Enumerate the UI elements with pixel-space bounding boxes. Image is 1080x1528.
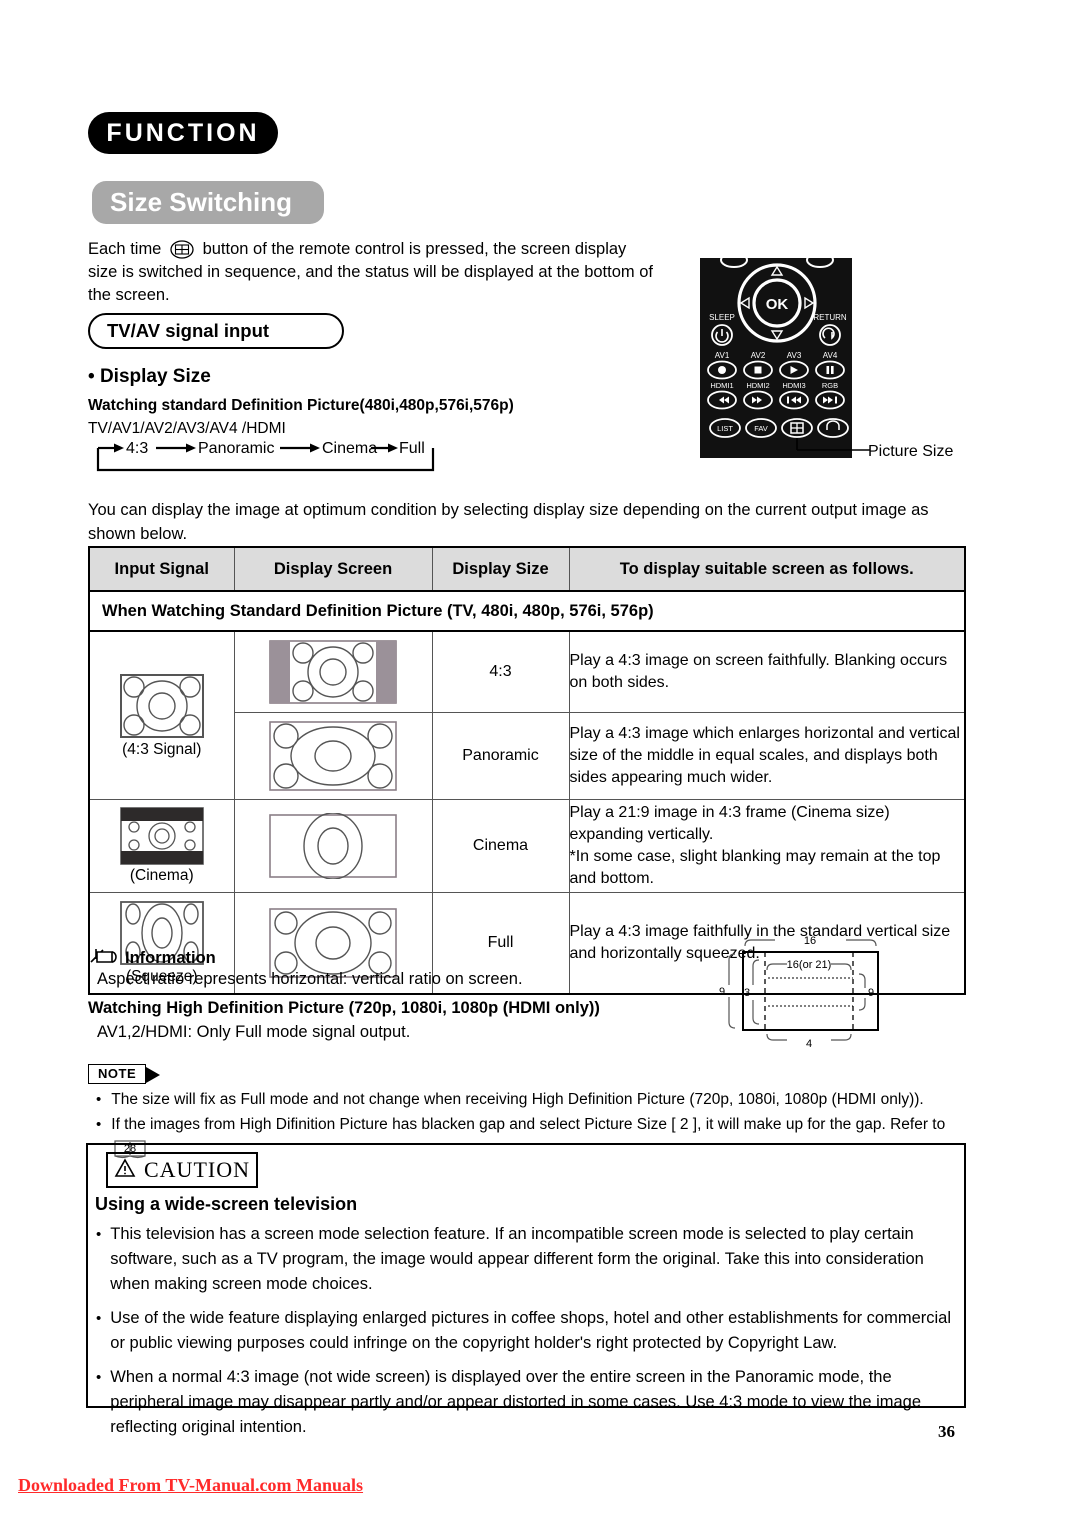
display-size-heading: • Display Size [88, 366, 211, 387]
ar-label-inner-top: 16(or 21) [787, 959, 832, 971]
caution-list: • This television has a screen mode sele… [96, 1222, 956, 1449]
description-panoramic: Play a 4:3 image which enlarges horizont… [568, 712, 966, 800]
table-row: (Cinema) Cinema Play a 21:9 image in 4:3… [88, 799, 966, 893]
ar-label-right-inner: 9 [868, 987, 874, 999]
svg-text:AV2: AV2 [751, 351, 766, 360]
svg-text:AV4: AV4 [823, 351, 838, 360]
watching-hd-heading: Watching High Definition Picture (720p, … [88, 999, 600, 1017]
input-source-list: TV/AV1/AV2/AV3/AV4 /HDMI [88, 420, 286, 437]
display-screen-cell-cinema [233, 799, 433, 893]
note-item: • The size will fix as Full mode and not… [96, 1087, 966, 1112]
remote-control-illustration: OK SLEEP RETURN AV1 AV2 AV3 AV4 HDMI1 HD… [700, 252, 870, 463]
input-signal-cell-4-3: (4:3 Signal) [88, 630, 235, 800]
information-text: Aspect ratio represents horizontal: vert… [97, 970, 523, 988]
remote-ok-label: OK [766, 296, 789, 313]
size-label-panoramic: Panoramic [431, 712, 570, 800]
body-paragraph: You can display the image at optimum con… [88, 501, 929, 543]
ar-label-left-inner: 3 [744, 987, 750, 999]
ar-label-top: 16 [804, 935, 816, 947]
caution-item-text: When a normal 4:3 image (not wide screen… [110, 1368, 922, 1436]
bullet-icon: • [96, 1091, 102, 1108]
note-item-text: The size will fix as Full mode and not c… [111, 1091, 924, 1108]
svg-text:AV3: AV3 [787, 351, 802, 360]
flow-label-4-3: 4:3 [126, 440, 149, 457]
signal-4-3-diagram [119, 673, 204, 738]
svg-text:AV1: AV1 [715, 351, 730, 360]
display-size-heading-text: Display Size [99, 366, 211, 387]
hd-mode-text: AV1,2/HDMI: Only Full mode signal output… [97, 1023, 411, 1041]
caution-subtitle: Using a wide-screen television [95, 1194, 358, 1214]
caution-tag: CAUTION [106, 1152, 258, 1188]
note-tag-label: NOTE [88, 1064, 147, 1084]
input-caption-cinema: (Cinema) [129, 867, 194, 884]
header-description: To display suitable screen as follows. [568, 546, 966, 592]
size-label-cinema: Cinema [431, 799, 570, 893]
bullet-icon: • [96, 1226, 102, 1243]
caution-item: • This television has a screen mode sele… [96, 1222, 956, 1297]
input-caption-4-3: (4:3 Signal) [122, 740, 202, 758]
warning-triangle-icon [114, 1157, 136, 1183]
svg-text:HDMI2: HDMI2 [746, 381, 769, 390]
description-4-3: Play a 4:3 image on screen faithfully. B… [568, 630, 966, 713]
table-header-row: Input Signal Display Screen Display Size… [88, 546, 966, 592]
size-label-4-3: 4:3 [431, 630, 570, 713]
flow-label-cinema: Cinema [322, 440, 378, 457]
header-input-signal: Input Signal [88, 546, 235, 592]
svg-text:HDMI3: HDMI3 [782, 381, 805, 390]
download-source-link[interactable]: Downloaded From TV-Manual.com Manuals [18, 1475, 363, 1496]
bullet-icon: • [96, 1310, 102, 1327]
manual-page: FUNCTION Size Switching Each time button… [0, 0, 1080, 1528]
picture-size-icon [169, 240, 195, 259]
header-display-screen: Display Screen [233, 546, 433, 592]
section-title-pill: Size Switching [92, 181, 324, 224]
signal-cinema-diagram [119, 807, 204, 865]
table-subhead: When Watching Standard Definition Pictur… [88, 590, 966, 632]
size-switch-flow-diagram: 4:3 Panoramic Cinema Full [88, 440, 448, 476]
caution-item: • Use of the wide feature displaying enl… [96, 1306, 956, 1356]
screen-full-diagram [269, 908, 397, 978]
flow-label-full: Full [399, 440, 425, 457]
watching-sd-heading: Watching standard Definition Picture(480… [88, 397, 514, 414]
table-subhead-row: When Watching Standard Definition Pictur… [88, 590, 966, 632]
tvav-signal-input-box: TV/AV signal input [88, 313, 344, 349]
flow-label-panoramic: Panoramic [198, 440, 275, 457]
input-signal-cell-cinema: (Cinema) [88, 799, 235, 893]
svg-text:RGB: RGB [822, 381, 838, 390]
screen-4-3-pillarbox-diagram [269, 640, 397, 704]
caution-item-text: Use of the wide feature displaying enlar… [110, 1309, 952, 1352]
note-tag: NOTE [88, 1064, 160, 1084]
bullet-icon: • [96, 1369, 102, 1386]
table-row: (4:3 Signal) 4:3 Play a 4:3 image on scr… [88, 630, 966, 800]
page-number: 36 [938, 1422, 955, 1441]
header-display-size: Display Size [431, 546, 570, 592]
aspect-ratio-diagram: 16 9 3 16(or 21) 9 4 [713, 930, 975, 1057]
caution-item-text: This television has a screen mode select… [110, 1225, 924, 1293]
information-heading-text: Information [125, 949, 216, 967]
intro-paragraph: Each time button of the remote control i… [88, 238, 654, 307]
description-cinema: Play a 21:9 image in 4:3 frame (Cinema s… [568, 799, 966, 893]
screen-panoramic-diagram [269, 721, 397, 791]
bullet-icon: • [96, 1116, 102, 1133]
ar-label-bottom: 4 [806, 1038, 812, 1050]
svg-text:RETURN: RETURN [813, 313, 847, 322]
picture-size-callout-label: Picture Size [868, 443, 954, 460]
caution-item: • When a normal 4:3 image (not wide scre… [96, 1365, 956, 1440]
information-heading: Information [88, 946, 216, 971]
screen-cinema-diagram [269, 813, 397, 879]
svg-text:SLEEP: SLEEP [709, 313, 735, 322]
svg-text:HDMI1: HDMI1 [710, 381, 733, 390]
function-pill: FUNCTION [88, 112, 278, 154]
svg-text:LIST: LIST [717, 424, 733, 433]
note-item-text: If the images from High Difinition Pictu… [111, 1116, 946, 1133]
display-screen-cell-4-3 [233, 630, 433, 713]
display-screen-cell-panoramic [233, 712, 433, 800]
note-arrow-icon [146, 1067, 160, 1083]
svg-text:FAV: FAV [754, 424, 768, 433]
intro-text-before: Each time [88, 240, 162, 258]
hand-pointer-icon [88, 946, 118, 971]
ar-label-left-outer: 9 [719, 986, 725, 998]
caution-tag-label: CAUTION [144, 1157, 250, 1182]
display-size-table: Input Signal Display Screen Display Size… [88, 546, 966, 995]
